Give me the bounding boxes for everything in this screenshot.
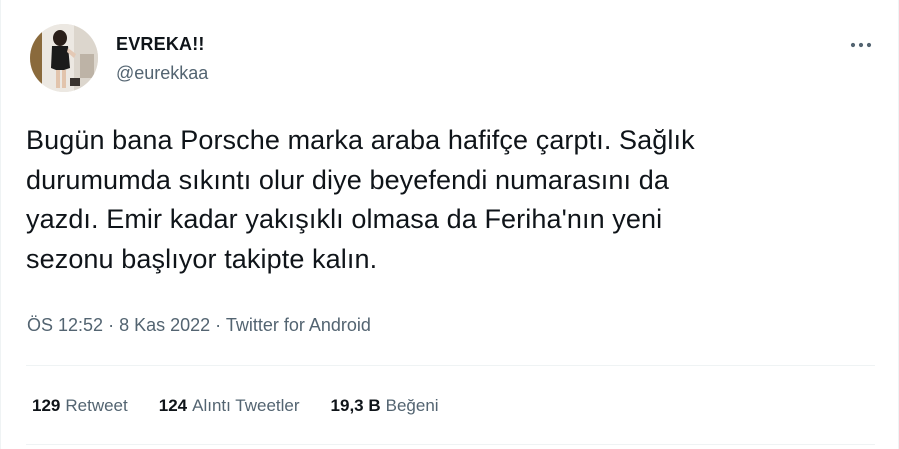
- tweet-source[interactable]: Twitter for Android: [226, 315, 371, 335]
- more-button[interactable]: [846, 30, 876, 60]
- quote-tweets-link[interactable]: 124 Alıntı Tweetler: [159, 396, 300, 416]
- like-count: 19,3 B: [330, 396, 381, 415]
- likes-link[interactable]: 19,3 B Beğeni: [331, 396, 439, 416]
- left-border: [0, 0, 1, 449]
- meta-separator: ·: [103, 315, 120, 335]
- tweet-date[interactable]: 8 Kas 2022: [119, 315, 210, 335]
- meta-separator: ·: [210, 315, 226, 335]
- retweet-label: Retweet: [65, 396, 128, 415]
- quote-label: Alıntı Tweetler: [192, 396, 300, 415]
- tweet-meta: ÖS 12:52 · 8 Kas 2022 · Twitter for Andr…: [27, 315, 371, 336]
- display-name[interactable]: EVREKA!!: [116, 34, 205, 55]
- tweet-text: Bugün bana Porsche marka araba hafifçe ç…: [26, 125, 695, 274]
- divider-top: [26, 365, 875, 366]
- tweet-time[interactable]: ÖS 12:52: [27, 315, 103, 335]
- tweet-stats: 129 Retweet 124 Alıntı Tweetler 19,3 B Beğe…: [32, 396, 470, 416]
- like-label: Beğeni: [385, 396, 439, 415]
- more-horizontal-icon: [850, 42, 872, 48]
- avatar[interactable]: [30, 24, 98, 92]
- user-handle[interactable]: @eurekkaa: [116, 63, 208, 84]
- divider-bottom: [26, 444, 875, 445]
- retweet-count-link[interactable]: 129 Retweet: [32, 396, 128, 416]
- retweet-count: 129: [32, 396, 61, 415]
- tweet-detail: EVREKA!! @eurekkaa Bugün bana Porsche ma…: [0, 0, 899, 449]
- quote-count: 124: [158, 396, 188, 415]
- avatar-photo: [30, 24, 98, 92]
